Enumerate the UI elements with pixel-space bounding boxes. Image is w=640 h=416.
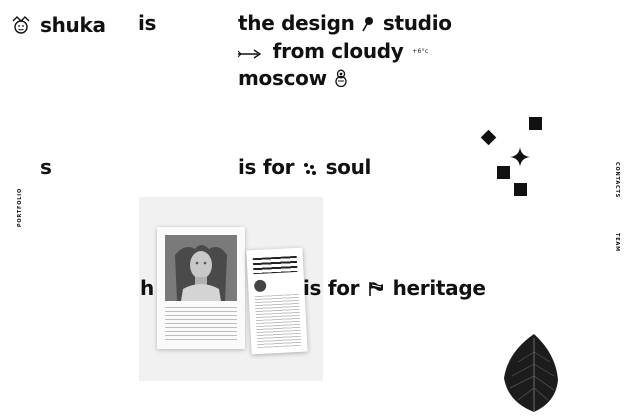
- sparkle-icon: [510, 147, 530, 171]
- dots-icon: [303, 156, 317, 182]
- magazine-right-page: [246, 247, 308, 355]
- statue-photo: [165, 235, 237, 301]
- square-shape: [497, 166, 510, 179]
- row-soul-word: soul: [325, 155, 372, 179]
- row-heritage-prefix: is for: [303, 276, 360, 300]
- portrait-icon: [253, 279, 267, 293]
- hero-line-2: from cloudy +6°c: [237, 38, 452, 66]
- flag-icon: [368, 277, 384, 303]
- row-soul-prefix: is for: [238, 155, 295, 179]
- arrow-icon: [237, 39, 262, 65]
- row-heritage[interactable]: is for heritage: [303, 275, 486, 303]
- leaf-icon: [494, 332, 574, 416]
- hero-line3-text: from cloudy: [272, 38, 404, 63]
- matryoshka-icon: [335, 67, 348, 93]
- hero-line1-text: the design: [238, 11, 355, 35]
- brand-logo-link[interactable]: shuka: [10, 12, 110, 38]
- text-lines: [254, 293, 302, 349]
- magazine-image: [139, 197, 323, 381]
- hero-line2-text: studio: [382, 11, 452, 35]
- square-shape: [529, 117, 542, 130]
- brand-name: shuka: [40, 13, 106, 37]
- row-letter-h: h: [140, 276, 154, 300]
- hero-line-1: the design studio: [238, 10, 452, 38]
- team-link[interactable]: team: [614, 233, 620, 252]
- portfolio-link[interactable]: portfolio: [17, 188, 23, 227]
- heading-lines: [252, 255, 298, 275]
- decorative-shapes: [478, 114, 548, 200]
- hero-line4-text: moscow: [238, 66, 327, 90]
- row-heritage-word: heritage: [392, 276, 486, 300]
- magazine-left-page: [157, 227, 245, 349]
- temperature-label: +6°c: [412, 48, 429, 55]
- lollipop-icon: [362, 12, 374, 38]
- contacts-link[interactable]: contacts: [614, 162, 620, 198]
- diamond-shape: [480, 129, 497, 146]
- square-shape: [514, 183, 527, 196]
- hero-tagline: the design studio from cloudy +6°c mosco…: [237, 10, 452, 93]
- text-lines: [165, 307, 237, 343]
- hero-line-3: moscow: [238, 65, 452, 93]
- row-letter-s: s: [40, 155, 52, 179]
- hero-is-word: is: [138, 11, 157, 35]
- row-soul[interactable]: is for soul: [238, 154, 371, 182]
- jester-face-icon: [10, 14, 32, 40]
